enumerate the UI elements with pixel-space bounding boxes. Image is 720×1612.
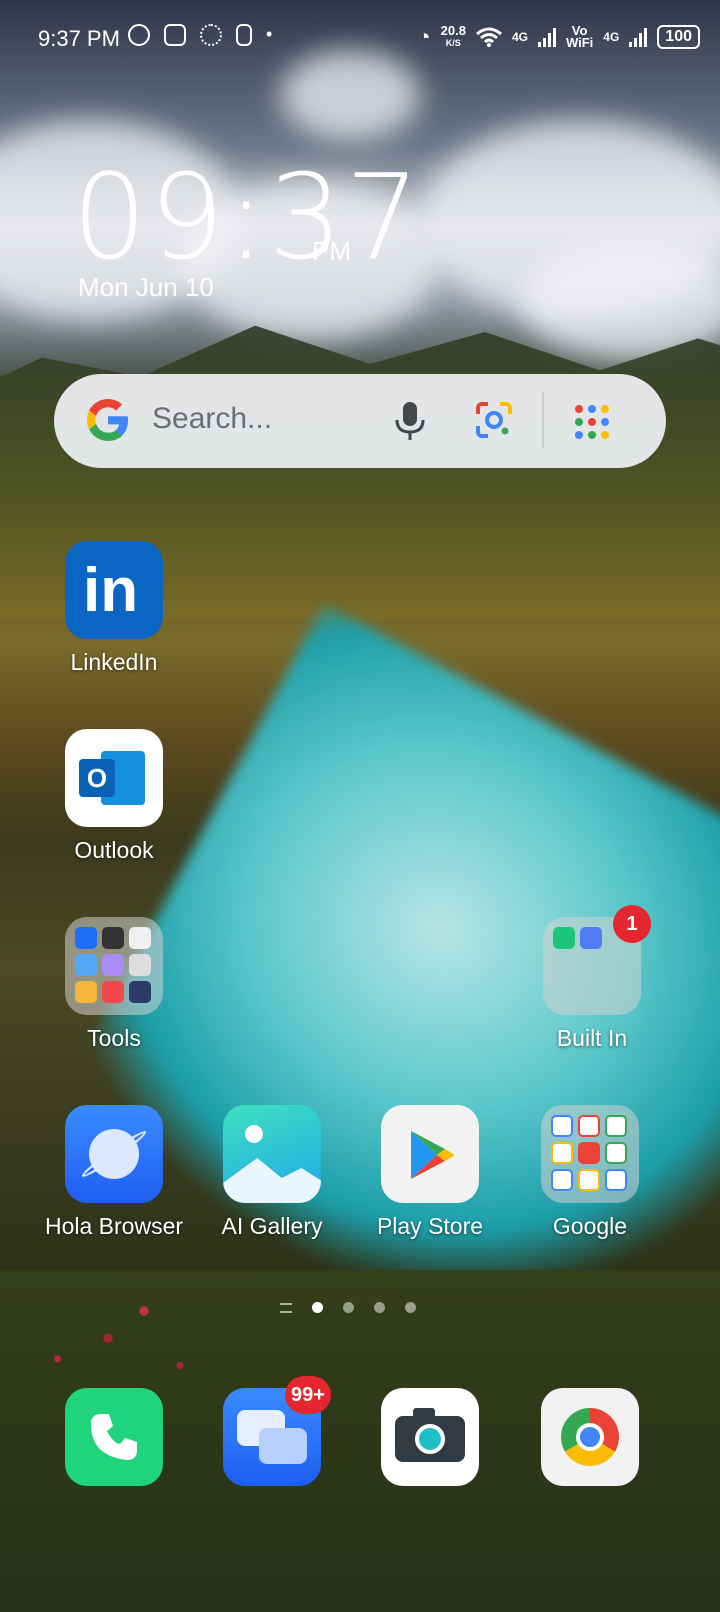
status-bar: 9:37 PM • ◔ 20.8 K/S 4G Vo WiFi 4G 100 [0,22,720,58]
app-play-store[interactable]: Play Store [350,1105,510,1240]
hola-browser-icon [65,1105,163,1203]
phone-icon [65,1388,163,1486]
messages-icon: 99+ [223,1376,331,1486]
google-g-icon [87,399,128,441]
dock-phone[interactable] [34,1388,194,1486]
status-time: 9:37 PM [38,26,120,51]
clock-date[interactable]: Mon Jun 10 [78,272,214,303]
app-drawer-icon[interactable] [572,402,612,442]
clock-ampm: PM [312,236,351,266]
outlook-icon: O [65,729,163,827]
app-outlook[interactable]: O Outlook [34,729,194,864]
signal-icon-2 [629,27,648,47]
notification-badge: 1 [613,905,651,943]
clock-time[interactable]: 09:37 [72,158,422,276]
wifi-icon [475,27,502,47]
more-dots-icon: • [266,24,273,44]
google-search-bar[interactable]: Search... [54,374,666,468]
google-lens-icon[interactable] [474,400,514,440]
search-placeholder: Search... [152,402,273,435]
linkedin-icon: in [65,541,163,639]
chrome-icon [541,1388,639,1486]
built-in-folder-icon: 1 [543,905,651,1015]
vowifi-label: Vo WiFi [565,23,594,50]
sim-icon [236,24,252,46]
network-type-1: 4G [511,30,528,44]
camera-icon [381,1388,479,1486]
folder-google[interactable]: Google [510,1105,670,1240]
mic-icon[interactable] [388,398,432,444]
google-folder-icon [541,1105,639,1203]
play-store-icon [381,1105,479,1203]
ai-gallery-icon [223,1105,321,1203]
dock-messages[interactable]: 99+ [192,1376,352,1486]
battery-indicator: 100 [657,25,700,49]
alarm-icon: ◔ [417,24,431,49]
settings-gear-icon [200,24,222,46]
search-divider [542,392,544,448]
dock-camera[interactable] [350,1388,510,1486]
folder-built-in[interactable]: 1 Built In [512,905,672,1052]
net-speed: 20.8 K/S [440,23,466,48]
dock-chrome[interactable] [510,1388,670,1486]
page-dot-4 [405,1302,416,1313]
page-list-icon [280,1302,292,1313]
tools-folder-icon [65,917,163,1015]
app-linkedin[interactable]: in LinkedIn [34,541,194,676]
instagram-icon [164,24,186,46]
page-dot-1 [312,1302,323,1313]
page-dot-3 [374,1302,385,1313]
network-type-2: 4G [603,30,620,44]
whatsapp-icon [128,24,150,46]
page-dot-2 [343,1302,354,1313]
folder-tools[interactable]: Tools [34,917,194,1052]
signal-icon [537,27,556,47]
app-hola-browser[interactable]: Hola Browser [34,1105,194,1240]
app-ai-gallery[interactable]: AI Gallery [192,1105,352,1240]
page-indicator[interactable] [280,1302,416,1313]
messages-badge: 99+ [285,1376,331,1414]
